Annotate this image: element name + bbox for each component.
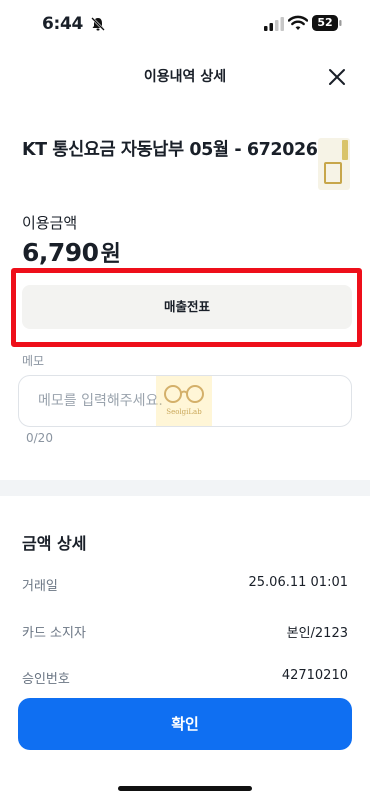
transaction-title: KT 통신요금 자동납부 05월 - 672026 [22,140,318,160]
detail-value: 42710210 [281,668,348,683]
detail-value: 본인/2123 [286,626,348,641]
highlight-box [11,268,362,347]
glasses-icon [164,385,204,403]
detail-row-cardholder: 카드 소지자 본인/2123 [22,622,348,642]
amount-value: 6,790원 [22,236,121,268]
merchant-thumbnail [318,138,350,190]
bell-off-icon [91,17,105,31]
watermark: SeolgiLab [156,376,212,426]
detail-label: 승인번호 [22,672,70,687]
status-bar: 6:44 52 [0,0,370,50]
status-time: 6:44 [42,14,84,34]
detail-row-transaction-date: 거래일 25.06.11 01:01 [22,575,348,595]
merchant-logo-icon [324,162,342,184]
thumbnail-stripe [342,140,348,160]
wifi-icon [288,15,308,30]
detail-value: 25.06.11 01:01 [248,575,349,590]
memo-label: 메모 [22,354,45,368]
cellular-signal-icon [264,17,284,31]
detail-label: 거래일 [22,579,58,594]
detail-label: 카드 소지자 [22,626,86,641]
home-indicator [118,786,252,791]
page-title: 이용내역 상세 [143,69,227,85]
battery-level: 52 [317,16,333,29]
amount-currency-unit: 원 [100,242,121,267]
confirm-button[interactable]: 확인 [18,698,352,750]
section-divider [0,480,370,496]
details-heading: 금액 상세 [22,534,87,553]
amount-number: 6,790 [22,238,99,267]
watermark-text: SeolgiLab [166,408,202,416]
amount-label: 이용금액 [22,214,78,232]
close-icon[interactable] [324,64,350,90]
memo-char-counter: 0/20 [26,431,53,445]
detail-row-approval-number: 승인번호 42710210 [22,668,348,688]
